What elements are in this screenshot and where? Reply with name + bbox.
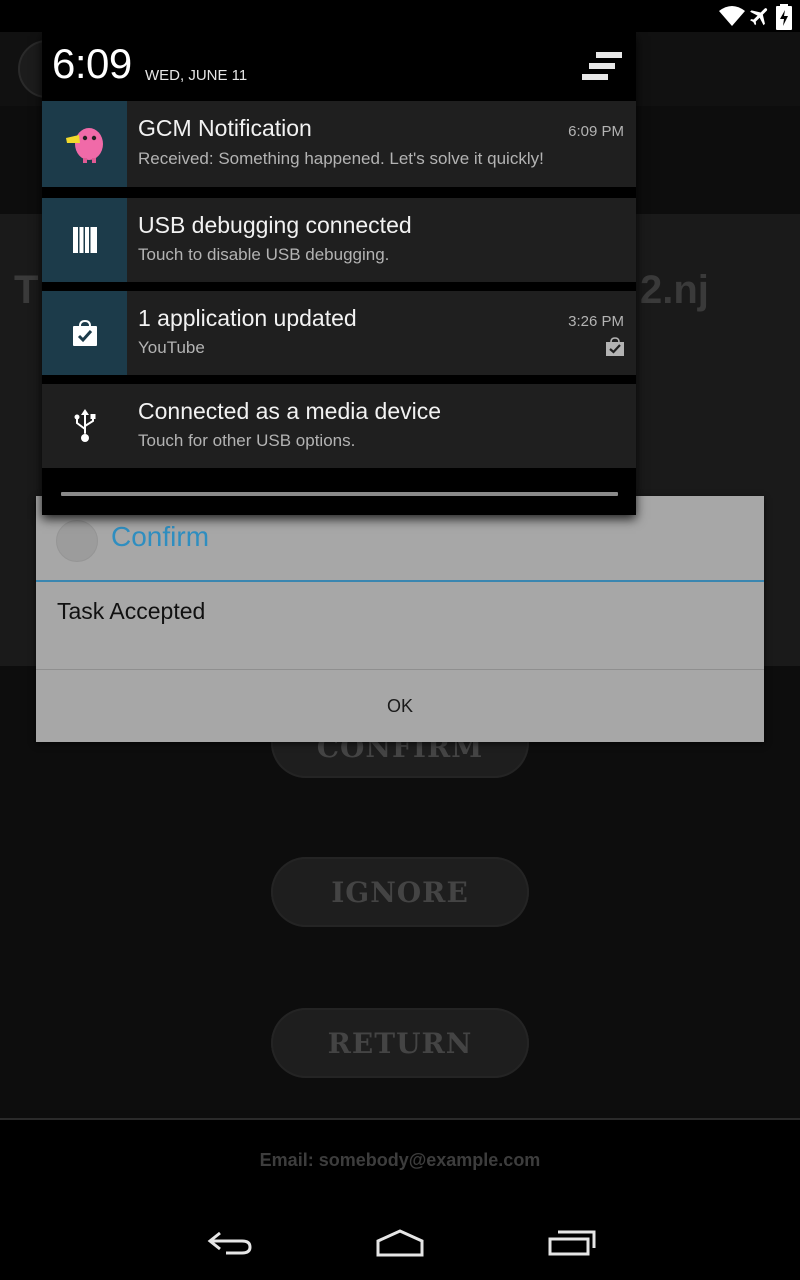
notification-title: GCM Notification <box>138 115 312 141</box>
notification-icon-box <box>42 198 127 282</box>
notification-time: 3:26 PM <box>568 313 624 330</box>
notification-icon-box <box>42 101 127 187</box>
info-icon <box>56 520 98 562</box>
notification-text: YouTube <box>138 338 205 357</box>
play-store-small-icon <box>606 337 624 356</box>
navigation-bar <box>0 1200 800 1280</box>
battery-charging-icon <box>776 4 792 30</box>
notification-gcm[interactable]: GCM Notification Received: Something hap… <box>42 101 636 187</box>
status-bar <box>0 0 800 32</box>
airplane-mode-icon <box>750 8 768 26</box>
shade-drag-handle[interactable] <box>61 492 618 496</box>
notification-shade: 6:09 WED, JUNE 11 GCM Notification Recei… <box>42 32 636 515</box>
back-button[interactable] <box>190 1218 270 1268</box>
play-store-bag-icon <box>72 319 97 346</box>
return-button[interactable]: RETURN <box>271 1008 529 1078</box>
dialog-title: Confirm <box>111 521 210 552</box>
notification-title: USB debugging connected <box>138 212 412 238</box>
clock-date: WED, JUNE 11 <box>145 67 248 84</box>
home-icon <box>376 1229 424 1257</box>
shade-header: 6:09 WED, JUNE 11 <box>42 32 636 100</box>
notification-title: 1 application updated <box>138 305 357 331</box>
notification-icon-box <box>42 291 127 375</box>
notification-app-updated[interactable]: 1 application updated YouTube 3:26 PM <box>42 291 636 375</box>
usb-debugging-icon <box>72 227 97 253</box>
app-heading-start: T <box>14 268 39 312</box>
usb-icon <box>74 409 95 442</box>
footer-divider <box>0 1118 800 1120</box>
recent-apps-button[interactable] <box>532 1218 612 1268</box>
ok-button[interactable]: OK <box>36 670 764 742</box>
app-heading-fragment: 2.nj <box>640 268 709 312</box>
notification-icon-box <box>42 384 127 468</box>
confirm-dialog: Confirm Task Accepted OK <box>36 496 764 742</box>
notification-time: 6:09 PM <box>568 123 624 140</box>
back-icon <box>207 1231 252 1255</box>
clear-all-icon[interactable] <box>582 52 624 84</box>
ignore-button[interactable]: IGNORE <box>271 857 529 927</box>
wifi-icon <box>719 6 745 26</box>
pink-bird-app-icon <box>65 128 103 163</box>
recent-apps-icon <box>548 1230 596 1256</box>
notification-title: Connected as a media device <box>138 398 442 424</box>
notification-text: Touch for other USB options. <box>138 431 356 450</box>
dialog-message: Task Accepted <box>57 598 206 624</box>
notification-text: Touch to disable USB debugging. <box>138 245 390 264</box>
notification-media-device[interactable]: Connected as a media device Touch for ot… <box>42 384 636 468</box>
clock-time: 6:09 <box>52 40 132 87</box>
notification-usb-debugging[interactable]: USB debugging connected Touch to disable… <box>42 198 636 282</box>
notification-text: Received: Something happened. Let's solv… <box>138 149 544 168</box>
home-button[interactable] <box>360 1218 440 1268</box>
footer-email: Email: somebody@example.com <box>259 1150 541 1170</box>
